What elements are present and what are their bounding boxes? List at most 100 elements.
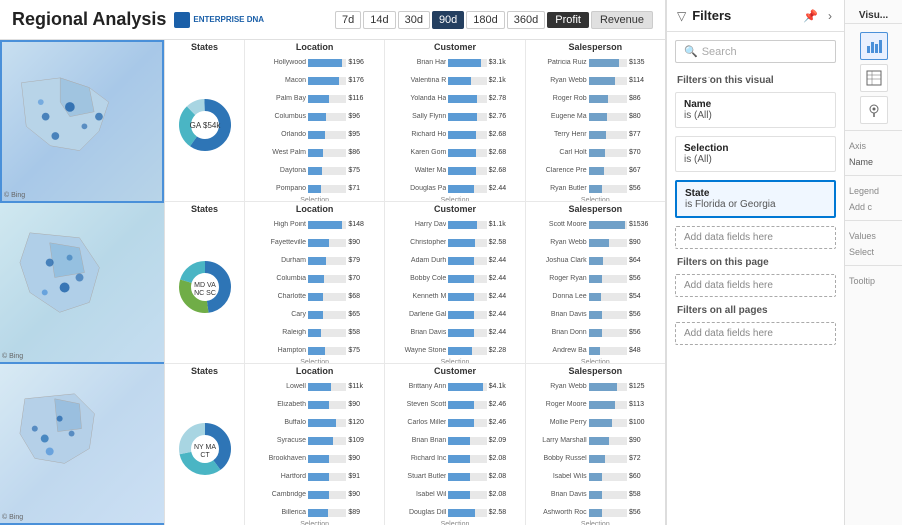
svg-text:GA $54k: GA $54k (189, 121, 221, 130)
visual-icon-table[interactable] (860, 64, 888, 92)
svg-text:MD VA: MD VA (194, 282, 216, 289)
selection-label-3: Selection (249, 521, 380, 525)
bar-row: Isabel Wils$60 (532, 468, 659, 485)
data-panels: States GA $54k (165, 40, 665, 525)
map-bg-3: © Bing (0, 364, 164, 523)
revenue-button[interactable]: Revenue (591, 11, 653, 29)
bar-row: Andrew Ba$48 (532, 342, 659, 359)
add-fields-visual-btn[interactable]: Add data fields here (675, 226, 836, 249)
selection-label-s1: Selection (530, 197, 661, 201)
salesperson-bars-2: Scott Moore$1536 Ryan Webb$90 Joshua Cla… (530, 216, 661, 359)
filter-selection-label: Selection (684, 143, 827, 154)
bar-row: Brian Davis$56 (532, 306, 659, 323)
btn-90d[interactable]: 90d (432, 11, 464, 29)
filters-visual-more-btn[interactable]: ··· (704, 72, 714, 83)
bar-row: Harry Dav$1.1k (391, 216, 518, 233)
bar-row: Scott Moore$1536 (532, 216, 659, 233)
bar-row: Daytona $75 (251, 162, 378, 179)
bar-row: Durham$79 (251, 252, 378, 269)
btn-360d[interactable]: 360d (507, 11, 545, 29)
bar-chart-icon (866, 38, 882, 54)
bar-row: Billerica$89 (251, 504, 378, 521)
bar-row: Buffalo$120 (251, 414, 378, 431)
visual-separator (845, 130, 902, 131)
bing-logo-2: © Bing (2, 353, 23, 360)
location-bars-2: High Point$148 Fayetteville$90 Durham$79… (249, 216, 380, 359)
filters-forward-button[interactable]: › (826, 9, 834, 23)
table-icon (866, 70, 882, 86)
btn-180d[interactable]: 180d (466, 11, 504, 29)
btn-14d[interactable]: 14d (363, 11, 395, 29)
time-toolbar: 7d 14d 30d 90d 180d 360d Profit Revenue (335, 11, 653, 29)
bar-row: Valentina R$2.1k (391, 72, 518, 89)
select-label: Select (845, 245, 902, 259)
bar-row: Pompano $71 (251, 180, 378, 197)
add-fields-allpages-btn[interactable]: Add data fields here (675, 322, 836, 345)
visual-separator-4 (845, 265, 902, 266)
bar-row: Terry Henr$77 (532, 126, 659, 143)
profit-button[interactable]: Profit (547, 12, 589, 28)
filter-card-selection: Selection is (All) (675, 136, 836, 172)
location-title-1: Location (249, 42, 380, 52)
salesperson-title-1: Salesperson (530, 42, 661, 52)
customer-bars-3: Brittany Ann$4.1k Steven Scott$2.46 Carl… (389, 378, 520, 521)
bar-row: Christopher$2.58 (391, 234, 518, 251)
bar-row: Douglas Dill$2.58 (391, 504, 518, 521)
map-bg-1: © Bing (2, 42, 162, 201)
bar-row: Patricia Ruiz$135 (532, 54, 659, 71)
bar-row: Cary$65 (251, 306, 378, 323)
bar-row: Isabel Wil$2.08 (391, 486, 518, 503)
bar-row: Brian Davis$2.44 (391, 324, 518, 341)
customer-title-3: Customer (389, 366, 520, 376)
states-title-1: States (169, 42, 240, 52)
add-fields-page-btn[interactable]: Add data fields here (675, 274, 836, 297)
visual-icon-bar[interactable] (860, 32, 888, 60)
bar-row: Brian Davis$58 (532, 486, 659, 503)
filter-card-state[interactable]: State is Florida or Georgia (675, 180, 836, 218)
svg-text:NC SC: NC SC (194, 290, 216, 297)
donut-svg-2: MD VA NC SC (175, 257, 235, 317)
maps-panel: © Bing (0, 40, 165, 525)
btn-7d[interactable]: 7d (335, 11, 361, 29)
donut-svg-1: GA $54k (175, 95, 235, 155)
filters-pin-button[interactable]: 📌 (801, 9, 820, 23)
filter-name-value: is (All) (684, 110, 827, 121)
bar-row: Douglas Pa$2.44 (391, 180, 518, 197)
btn-30d[interactable]: 30d (398, 11, 430, 29)
visual-icon-map[interactable] (860, 96, 888, 124)
bar-row: Kenneth M$2.44 (391, 288, 518, 305)
map-northeast[interactable]: © Bing (0, 364, 164, 525)
bing-logo-1: © Bing (4, 192, 25, 199)
donut-2: MD VA NC SC (169, 216, 240, 357)
data-row-3: States NY MA CT (165, 364, 665, 525)
axis-label: Axis (845, 141, 902, 151)
bar-row: Larry Marshall$90 (532, 432, 659, 449)
bar-row: Syracuse$109 (251, 432, 378, 449)
bar-row: Darlene Gal$2.44 (391, 306, 518, 323)
brand-text: ENTERPRISE DNA (193, 15, 264, 24)
location-bars-3: Lowell$11k Elizabeth$90 Buffalo$120 Syra… (249, 378, 380, 521)
filter-icon: ▽ (677, 9, 686, 23)
bar-row: Joshua Clark$64 (532, 252, 659, 269)
filters-on-visual-title: Filters on this visual (667, 71, 844, 88)
filter-name-label: Name (684, 99, 827, 110)
visual-panel: Visu... Axis (844, 0, 902, 525)
bar-row: Adam Durh$2.44 (391, 252, 518, 269)
map-icon (866, 102, 882, 118)
legend-label: Legend (845, 186, 902, 196)
bar-row: Karen Gom$2.68 (391, 144, 518, 161)
page-header: Regional Analysis ENTERPRISE DNA 7d 14d … (0, 0, 665, 40)
brand-icon (174, 12, 190, 28)
map-southeast[interactable]: © Bing (0, 40, 164, 203)
bar-row: Roger Moore$113 (532, 396, 659, 413)
map-svg-2 (0, 203, 164, 362)
map-midatlantic[interactable]: © Bing (0, 203, 164, 364)
location-title-2: Location (249, 204, 380, 214)
selection-label-2: Selection (249, 359, 380, 363)
bar-row: Ashworth Roc$56 (532, 504, 659, 521)
search-box[interactable]: 🔍 Search (675, 40, 836, 63)
states-panel-3: States NY MA CT (165, 364, 245, 525)
bar-row: Walter Ma$2.68 (391, 162, 518, 179)
selection-label-c1: Selection (389, 197, 520, 201)
bar-row: Columbia$70 (251, 270, 378, 287)
